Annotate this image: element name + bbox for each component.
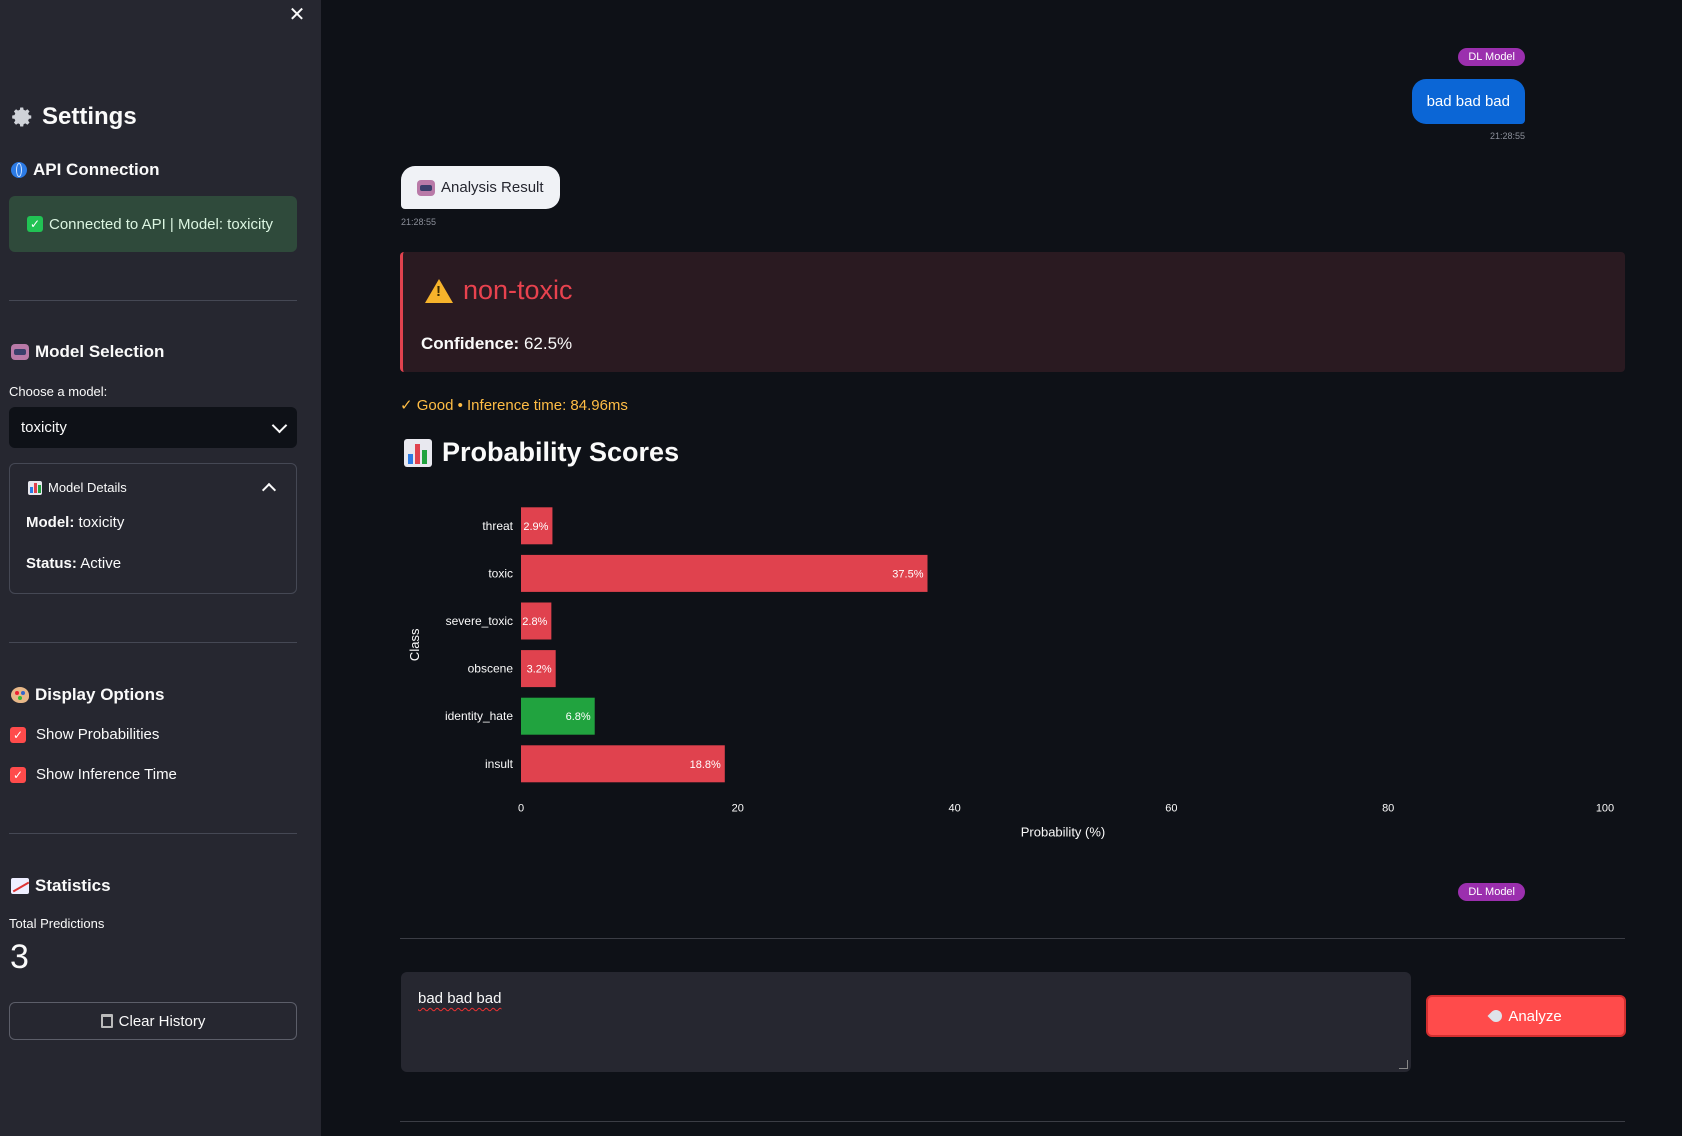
category-label-toxic: toxic [488, 566, 513, 580]
user-message-bubble: bad bad bad [1411, 79, 1525, 124]
x-tick-label: 40 [948, 803, 960, 815]
confidence-label: Confidence: [421, 334, 520, 353]
bar-chart-icon [28, 480, 42, 495]
bar-chart-icon [404, 438, 432, 467]
robot-icon [417, 179, 435, 196]
x-tick-label: 0 [518, 803, 524, 815]
total-predictions-label: Total Predictions [9, 916, 105, 931]
category-label-insult: insult [485, 757, 514, 771]
statistics-heading: Statistics [11, 876, 111, 896]
check-icon: ✓ [27, 216, 43, 232]
result-title: non-toxic [425, 275, 573, 306]
model-detail-line: Model: toxicity [26, 514, 124, 531]
data-label-identity_hate: 6.8% [566, 711, 591, 723]
show-inference-time-checkbox[interactable]: ✓ Show Inference Time [10, 766, 177, 783]
model-detail-value: toxicity [78, 514, 125, 531]
x-axis-label: Probability (%) [1021, 825, 1106, 840]
analyze-button-label: Analyze [1508, 1007, 1562, 1025]
probability-bar-chart: threat 2.9% toxic 37.5% severe_toxic 2.8% obsc… [407, 507, 1614, 840]
data-label-insult: 18.8% [690, 759, 721, 771]
probability-scores-title: Probability Scores [442, 437, 680, 467]
close-sidebar-icon[interactable]: ✕ [288, 5, 306, 25]
divider [400, 938, 1625, 939]
checkbox-checked-icon[interactable]: ✓ [10, 726, 26, 743]
bot-message-label: Analysis Result [441, 179, 544, 196]
category-label-severe_toxic: severe_toxic [446, 614, 513, 628]
api-heading-text: API Connection [33, 160, 160, 179]
model-select[interactable]: toxicity [9, 407, 297, 448]
divider [9, 642, 297, 643]
bot-message-bubble: Analysis Result [401, 166, 560, 209]
api-status-text: Connected to API | Model: toxicity [49, 215, 274, 233]
category-label-threat: threat [482, 519, 513, 533]
inference-time-text: ✓ Good • Inference time: 84.96ms [400, 397, 628, 414]
model-details-expander: Model Details Model: toxicity Status: Ac… [9, 463, 297, 594]
model-selection-heading: Model Selection [11, 342, 164, 362]
model-selection-text: Model Selection [35, 342, 165, 361]
sidebar-title-text: Settings [42, 103, 137, 130]
rocket-icon [1487, 1007, 1505, 1025]
status-detail-value: Active [80, 555, 122, 572]
statistics-text: Statistics [35, 876, 111, 895]
trend-chart-icon [11, 878, 29, 894]
robot-icon [11, 344, 29, 360]
show-probabilities-checkbox[interactable]: ✓ Show Probabilities [10, 726, 159, 743]
data-label-toxic: 37.5% [892, 568, 923, 580]
category-label-identity_hate: identity_hate [445, 709, 513, 723]
divider [9, 300, 297, 301]
model-type-badge: DL Model [1458, 48, 1525, 66]
probability-scores-heading: Probability Scores [404, 437, 679, 468]
checkbox-checked-icon[interactable]: ✓ [10, 766, 26, 783]
show-inference-time-label: Show Inference Time [36, 766, 177, 783]
api-connection-heading: API Connection [11, 160, 160, 180]
gear-icon [12, 106, 34, 128]
display-options-text: Display Options [35, 685, 165, 704]
sidebar-title: Settings [12, 103, 137, 131]
result-label: non-toxic [463, 275, 573, 305]
user-message-time: 21:28:55 [1489, 131, 1525, 141]
confidence-line: Confidence: 62.5% [421, 334, 572, 354]
total-predictions-value: 3 [10, 938, 29, 976]
status-detail-line: Status: Active [26, 555, 121, 572]
model-type-badge: DL Model [1458, 883, 1525, 901]
clear-history-label: Clear History [118, 1012, 206, 1030]
trash-icon [100, 1014, 113, 1028]
x-tick-label: 20 [732, 803, 744, 815]
x-tick-label: 60 [1165, 803, 1177, 815]
sidebar: ✕ Settings API Connection ✓ Connected to… [0, 0, 321, 1136]
bar-toxic [521, 554, 928, 592]
chevron-up-icon[interactable] [261, 482, 277, 498]
model-detail-label: Model: [26, 514, 75, 531]
palette-icon [11, 687, 29, 703]
message-input[interactable]: bad bad bad [401, 972, 1411, 1072]
model-select-label: Choose a model: [9, 384, 108, 399]
divider [9, 833, 297, 834]
model-details-header[interactable]: Model Details [28, 480, 127, 495]
result-alert: non-toxic Confidence: 62.5% [400, 252, 1625, 372]
show-probabilities-label: Show Probabilities [36, 726, 160, 743]
display-options-heading: Display Options [11, 685, 164, 705]
resize-handle[interactable] [1399, 1060, 1408, 1069]
y-axis-label: Class [407, 628, 422, 661]
data-label-severe_toxic: 2.8% [522, 616, 547, 628]
message-input-text: bad bad bad [418, 990, 502, 1007]
status-detail-label: Status: [26, 555, 77, 572]
globe-icon [11, 162, 27, 178]
category-label-obscene: obscene [468, 662, 514, 676]
bot-message-time: 21:28:55 [401, 217, 437, 227]
warning-icon [425, 278, 453, 303]
api-status-box: ✓ Connected to API | Model: toxicity [9, 196, 297, 252]
data-label-obscene: 3.2% [527, 664, 552, 676]
clear-history-button[interactable]: Clear History [9, 1002, 297, 1040]
model-details-title: Model Details [48, 480, 127, 495]
divider [400, 1121, 1625, 1122]
analyze-button[interactable]: Analyze [1426, 995, 1626, 1037]
chevron-down-icon [271, 417, 288, 433]
model-select-value: toxicity [21, 419, 67, 436]
x-tick-label: 100 [1596, 803, 1614, 815]
confidence-value: 62.5% [523, 334, 573, 353]
data-label-threat: 2.9% [523, 521, 548, 533]
x-tick-label: 80 [1382, 803, 1394, 815]
